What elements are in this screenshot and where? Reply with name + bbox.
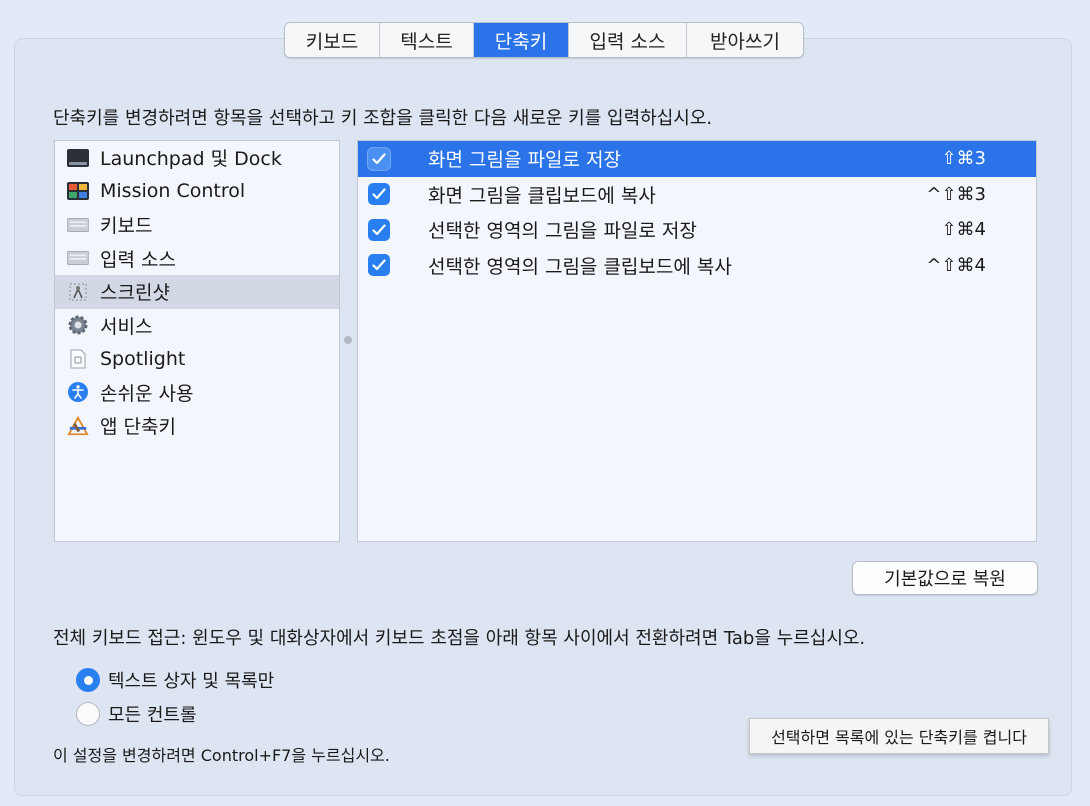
control-f7-hint: 이 설정을 변경하려면 Control+F7을 누르십시오.	[53, 746, 390, 765]
category-label: 앱 단축키	[100, 416, 176, 439]
category-label: Launchpad 및 Dock	[100, 148, 282, 171]
shortcut-row[interactable]: 화면 그림을 클립보드에 복사 ^⇧⌘3	[358, 177, 1036, 213]
instruction-text: 단축키를 변경하려면 항목을 선택하고 키 조합을 클릭한 다음 새로운 키를 …	[53, 108, 713, 129]
tab-dictation[interactable]: 받아쓰기	[687, 23, 803, 57]
shortcut-checkbox[interactable]	[368, 183, 390, 206]
checkmark-icon	[372, 188, 386, 200]
shortcut-keys[interactable]: ^⇧⌘4	[926, 255, 986, 276]
shortcut-label: 선택한 영역의 그림을 클립보드에 복사	[428, 255, 732, 278]
radio-button[interactable]	[76, 702, 100, 726]
shortcut-checkbox[interactable]	[368, 254, 390, 277]
category-item-input-sources[interactable]: 입력 소스	[55, 242, 339, 276]
shortcut-label: 화면 그림을 파일로 저장	[428, 149, 621, 172]
category-item-services[interactable]: 서비스	[55, 309, 339, 343]
shortcut-checkbox[interactable]	[368, 147, 390, 170]
tab-shortcuts[interactable]: 단축키	[474, 23, 569, 57]
services-gear-icon	[67, 314, 89, 336]
shortcut-checkbox[interactable]	[368, 218, 390, 241]
shortcut-list[interactable]: 화면 그림을 파일로 저장 ⇧⌘3 화면 그림을 클립보드에 복사 ^⇧⌘3 선…	[357, 140, 1037, 542]
screenshot-icon	[67, 281, 89, 303]
tooltip: 선택하면 목록에 있는 단축키를 켭니다	[749, 718, 1049, 754]
mission-control-icon	[67, 180, 89, 202]
category-label: 키보드	[100, 215, 153, 238]
app-shortcuts-icon	[67, 415, 89, 437]
tab-bar: 키보드 텍스트 단축키 입력 소스 받아쓰기	[284, 22, 804, 58]
category-item-app-shortcuts[interactable]: 앱 단축키	[55, 409, 339, 443]
radio-button-selected[interactable]	[76, 668, 100, 692]
input-source-icon	[67, 247, 89, 269]
checkmark-icon	[372, 153, 386, 164]
category-label: 서비스	[100, 315, 153, 338]
tab-text[interactable]: 텍스트	[380, 23, 474, 57]
category-label: Mission Control	[100, 180, 246, 203]
shortcut-label: 화면 그림을 클립보드에 복사	[428, 184, 656, 207]
category-item-spotlight[interactable]: Spotlight	[55, 342, 339, 376]
shortcut-row[interactable]: 선택한 영역의 그림을 파일로 저장 ⇧⌘4	[358, 212, 1036, 248]
category-item-launchpad-dock[interactable]: Launchpad 및 Dock	[55, 141, 339, 175]
category-item-screenshots[interactable]: 스크린샷	[55, 275, 339, 309]
category-item-keyboard[interactable]: 키보드	[55, 208, 339, 242]
keyboard-access-label: 전체 키보드 접근: 윈도우 및 대화상자에서 키보드 초점을 아래 항목 사이…	[53, 628, 866, 649]
radio-label: 모든 컨트롤	[108, 705, 197, 726]
radio-label: 텍스트 상자 및 목록만	[108, 671, 275, 692]
shortcut-row[interactable]: 선택한 영역의 그림을 클립보드에 복사 ^⇧⌘4	[358, 248, 1036, 284]
split-view-handle[interactable]	[344, 336, 352, 344]
shortcut-row[interactable]: 화면 그림을 파일로 저장 ⇧⌘3	[358, 141, 1036, 177]
shortcut-keys[interactable]: ⇧⌘4	[941, 219, 986, 240]
checkmark-icon	[372, 259, 386, 271]
checkmark-icon	[372, 224, 386, 235]
category-label: 스크린샷	[100, 282, 170, 305]
category-item-mission-control[interactable]: Mission Control	[55, 175, 339, 209]
category-list[interactable]: Launchpad 및 Dock Mission Control 키보드 입력 …	[54, 140, 340, 542]
launchpad-dock-icon	[67, 147, 89, 169]
tab-keyboard[interactable]: 키보드	[285, 23, 380, 57]
category-label: 입력 소스	[100, 248, 176, 271]
category-item-accessibility[interactable]: 손쉬운 사용	[55, 376, 339, 410]
accessibility-icon	[67, 381, 89, 403]
spotlight-icon	[67, 348, 89, 370]
shortcut-keys[interactable]: ^⇧⌘3	[926, 184, 986, 205]
restore-defaults-button[interactable]: 기본값으로 복원	[852, 561, 1038, 595]
tab-input-sources[interactable]: 입력 소스	[569, 23, 687, 57]
shortcut-label: 선택한 영역의 그림을 파일로 저장	[428, 220, 697, 243]
keyboard-icon	[67, 214, 89, 236]
category-label: 손쉬운 사용	[100, 382, 194, 405]
radio-all-controls[interactable]: 모든 컨트롤	[76, 701, 197, 727]
radio-text-boxes-and-lists[interactable]: 텍스트 상자 및 목록만	[76, 667, 274, 693]
category-label: Spotlight	[100, 347, 186, 370]
shortcut-keys[interactable]: ⇧⌘3	[941, 148, 986, 169]
